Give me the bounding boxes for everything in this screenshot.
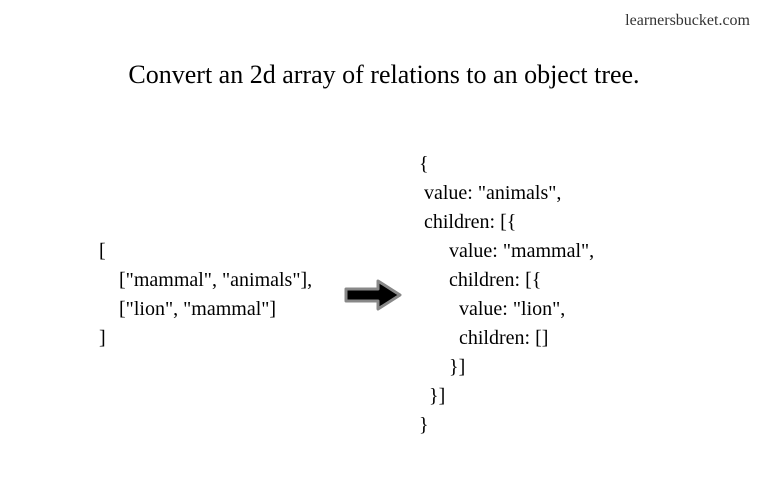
diagram-content: [ ["mammal", "animals"], ["lion", "mamma…	[0, 150, 768, 440]
arrow-container	[329, 275, 419, 315]
page-title: Convert an 2d array of relations to an o…	[0, 60, 768, 90]
arrow-right-icon	[342, 275, 406, 315]
input-code-block: [ ["mammal", "animals"], ["lion", "mamma…	[69, 237, 329, 353]
watermark-text: learnersbucket.com	[625, 12, 750, 30]
output-code-block: { value: "animals", children: [{ value: …	[419, 150, 699, 440]
